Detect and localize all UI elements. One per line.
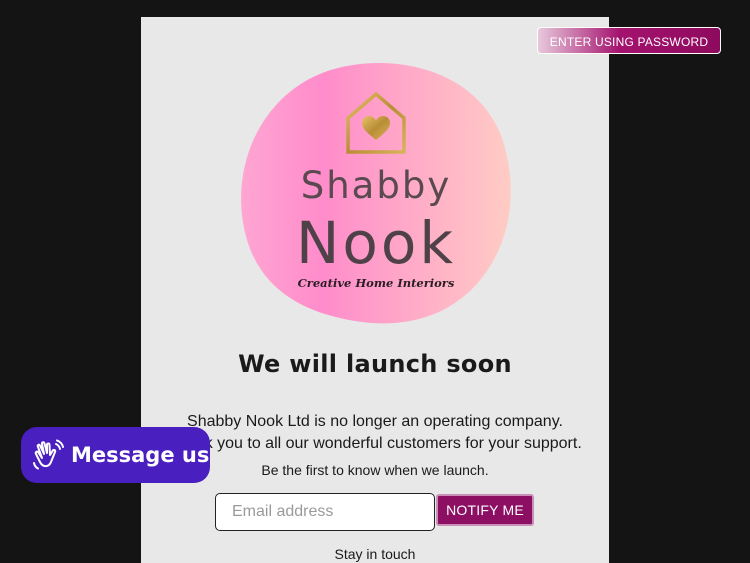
logo-brand-line2: Nook bbox=[296, 209, 456, 277]
coming-soon-page: ENTER USING PASSWORD Shabby Nook Creativ… bbox=[0, 0, 750, 563]
logo-brand-line1: Shabby bbox=[301, 164, 451, 207]
stay-in-touch-label: Stay in touch bbox=[334, 546, 416, 562]
email-field[interactable] bbox=[215, 493, 435, 531]
message-us-label: Message us bbox=[71, 443, 210, 467]
signup-prompt: Be the first to know when we launch. bbox=[261, 462, 489, 478]
launch-headline: We will launch soon bbox=[238, 350, 512, 378]
notify-me-button[interactable]: NOTIFY ME bbox=[436, 494, 534, 526]
enter-using-password-button[interactable]: ENTER USING PASSWORD bbox=[537, 27, 721, 54]
closure-notice-line1: Shabby Nook Ltd is no longer an operatin… bbox=[187, 413, 563, 430]
shabby-nook-logo: Shabby Nook Creative Home Interiors bbox=[241, 62, 511, 324]
waving-hand-icon bbox=[33, 439, 64, 470]
message-us-button[interactable]: Message us bbox=[21, 427, 210, 483]
closure-notice-line2: Thank you to all our wonderful customers… bbox=[168, 435, 582, 452]
logo-tagline: Creative Home Interiors bbox=[298, 276, 455, 290]
